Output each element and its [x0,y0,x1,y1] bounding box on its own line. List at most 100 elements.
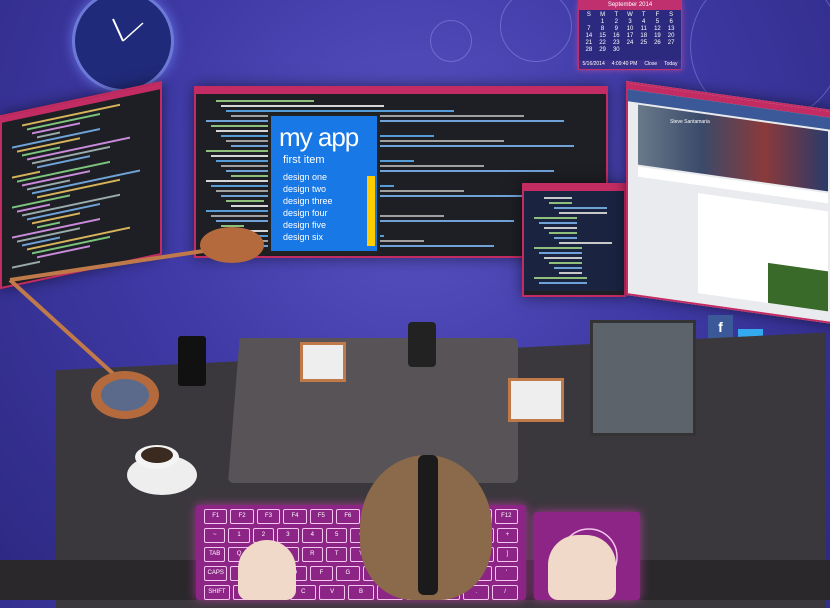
calendar-day[interactable] [637,47,651,53]
keyboard-key[interactable]: F3 [256,509,281,524]
calendar-day[interactable]: 15 [596,33,610,39]
calendar-day[interactable]: 11 [637,26,651,32]
calendar-day[interactable] [651,47,665,53]
keyboard-key[interactable]: / [492,585,518,600]
calendar-day[interactable]: 7 [582,26,596,32]
keyboard-key[interactable]: F4 [283,509,307,524]
code-line [559,272,582,274]
calendar-close-button[interactable]: Close [644,60,657,69]
keyboard-key[interactable]: F6 [336,509,360,524]
keyboard-key[interactable]: F2 [230,509,254,524]
calendar-day[interactable]: 10 [623,26,637,32]
app-list-item[interactable]: design five [283,219,333,231]
keyboard-key[interactable]: CAPS [204,566,228,581]
calendar-day[interactable]: 8 [596,26,610,32]
right-hand [548,535,616,600]
calendar-day[interactable]: 3 [623,19,637,25]
code-line [554,267,582,269]
app-list-item[interactable]: design three [283,195,333,207]
keyboard-key[interactable]: G [336,566,360,581]
keyboard-key[interactable]: 3 [277,528,299,543]
calendar-day[interactable]: 24 [623,40,637,46]
floating-code-window[interactable] [522,183,626,297]
keyboard-key[interactable]: F [309,566,334,581]
code-line [559,242,612,244]
calendar-day[interactable]: 1 [596,19,610,25]
calendar-day[interactable]: 9 [609,26,623,32]
social-profile-screen[interactable] [626,80,830,326]
left-hand [238,540,296,600]
calendar-day[interactable]: 5 [651,19,665,25]
keyboard-key[interactable]: F12 [494,509,519,524]
calendar-date: 5/16/2014 [582,61,605,67]
facebook-icon[interactable]: f [708,315,733,340]
code-line [539,222,577,224]
calendar-day[interactable]: 16 [609,33,623,39]
calendar-day[interactable]: 22 [596,40,610,46]
calendar-day[interactable] [582,19,596,25]
keyboard-key[interactable]: ' [494,566,519,581]
document-tray [590,320,696,436]
app-list-item[interactable]: design one [283,171,333,183]
calendar-day[interactable]: 21 [582,40,596,46]
calendar-day[interactable]: 30 [609,47,623,53]
code-line [206,150,274,152]
calendar-day[interactable] [664,47,678,53]
calendar-day[interactable]: 12 [651,26,665,32]
keyboard-key[interactable]: V [319,585,346,600]
calendar-day[interactable]: 4 [637,19,651,25]
clock-face-icon [112,18,144,42]
calendar-weekday: M [600,12,606,18]
calendar-day[interactable]: 27 [664,40,678,46]
calendar-day[interactable]: 20 [664,33,678,39]
keyboard-key[interactable]: TAB [204,547,226,562]
keyboard-key[interactable]: F1 [204,509,228,524]
keyboard-key[interactable]: + [496,528,519,543]
keyboard-key[interactable]: F5 [309,509,334,524]
keyboard-key[interactable]: B [348,585,374,600]
keyboard-key[interactable]: T [325,547,348,562]
calendar-day[interactable] [623,47,637,53]
calendar-day[interactable]: 28 [582,47,596,53]
calendar-today-button[interactable]: Today [664,60,677,69]
code-editor[interactable] [524,191,624,291]
calendar-grid[interactable]: S M T W T F S 1 2 3 4 5 6 7 8 9 10 11 12 13 14 15 16 17 18 19 20 21… [579,10,681,55]
keyboard-key[interactable]: 1 [228,528,250,543]
code-line [554,207,607,209]
calendar-day[interactable]: 25 [637,40,651,46]
pen-holder [408,322,436,367]
keyboard-key[interactable]: 5 [325,528,348,543]
app-list-item[interactable]: design two [283,183,333,195]
app-item-list[interactable]: design one design two design three design f… [283,171,333,243]
calendar-day[interactable]: 13 [664,26,678,32]
app-list-item[interactable]: design four [283,207,333,219]
calendar-day[interactable]: 29 [596,47,610,53]
calendar-day[interactable]: 17 [623,33,637,39]
calendar-day[interactable]: 23 [609,40,623,46]
code-line [226,110,454,112]
app-title: my app [279,122,359,152]
phone-emulator[interactable]: my app first item design one design two de… [268,113,380,254]
keyboard-key[interactable]: SHIFT [204,585,230,600]
calendar-weekday: T [641,12,646,18]
calendar-day[interactable]: 18 [637,33,651,39]
keyboard-key[interactable]: R [301,547,323,562]
headphone-band [418,455,438,595]
calendar-day[interactable]: 2 [609,19,623,25]
clock-widget [72,0,174,92]
calendar-time: 4:09:40 PM [611,61,638,67]
keyboard-key[interactable]: ] [496,547,519,562]
code-line [539,252,582,254]
phone-stand [178,336,206,386]
code-line [539,282,587,284]
post-image [768,262,828,312]
calendar-widget[interactable]: September 2014 S M T W T F S 1 2 3 4 5 6 7 8 9 10 11 12 13 1… [578,0,682,70]
calendar-weekday: W [627,12,633,18]
calendar-day[interactable]: 26 [651,40,665,46]
app-list-item[interactable]: design six [283,231,333,243]
keyboard-key[interactable]: 4 [301,528,323,543]
calendar-day[interactable]: 6 [664,19,678,25]
calendar-day[interactable]: 14 [582,33,596,39]
calendar-day[interactable]: 19 [651,33,665,39]
keyboard-key[interactable]: ~ [204,528,226,543]
